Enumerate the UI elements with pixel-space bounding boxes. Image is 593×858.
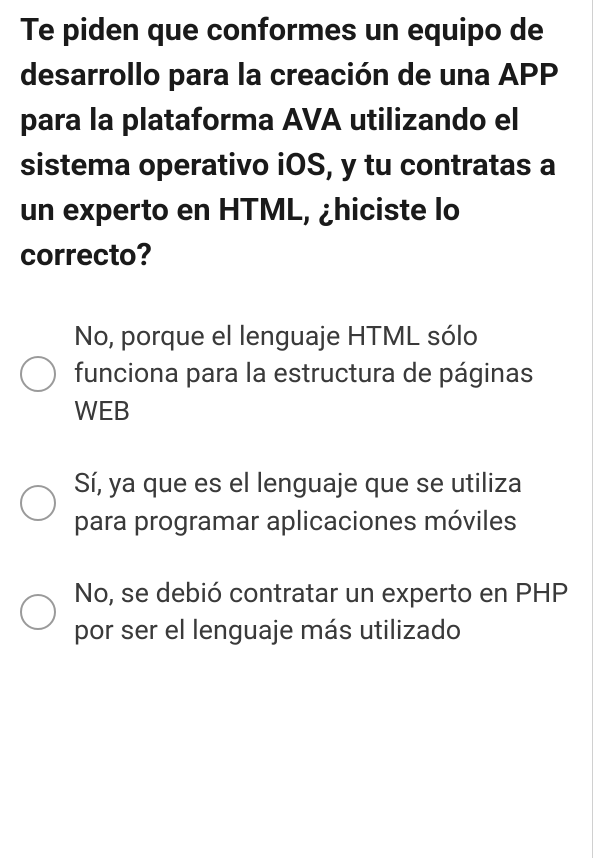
option-1-label: No, porque el lenguaje HTML sólo funcion…	[74, 318, 572, 431]
radio-icon	[20, 485, 56, 521]
quiz-question-container: Te piden que conformes un equipo de desa…	[0, 0, 593, 858]
radio-icon	[20, 594, 56, 630]
option-3[interactable]: No, se debió contratar un experto en PHP…	[20, 575, 572, 651]
option-1[interactable]: No, porque el lenguaje HTML sólo funcion…	[20, 318, 572, 431]
option-3-label: No, se debió contratar un experto en PHP…	[74, 575, 572, 651]
options-group: No, porque el lenguaje HTML sólo funcion…	[20, 318, 572, 651]
option-2-label: Sí, ya que es el lenguaje que se utiliza…	[74, 465, 572, 541]
option-2[interactable]: Sí, ya que es el lenguaje que se utiliza…	[20, 465, 572, 541]
question-text: Te piden que conformes un equipo de desa…	[20, 0, 572, 278]
radio-icon	[20, 356, 56, 392]
